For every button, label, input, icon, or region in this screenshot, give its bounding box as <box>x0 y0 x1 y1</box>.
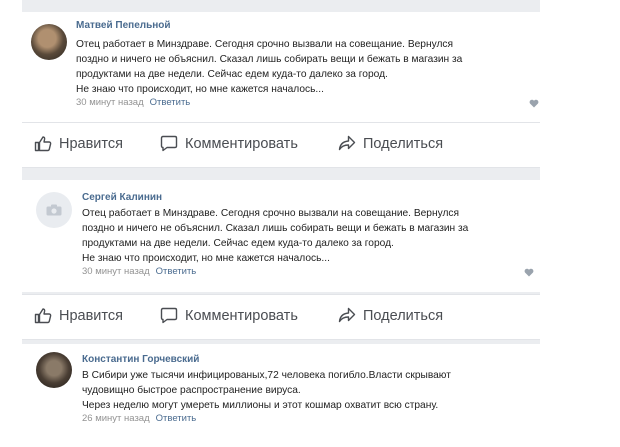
comment-button[interactable]: Комментировать <box>160 135 298 152</box>
comment-author[interactable]: Матвей Пепельной <box>76 20 171 31</box>
reply-link[interactable]: Ответить <box>156 413 197 424</box>
comment-button[interactable]: Комментировать <box>160 307 298 324</box>
thumbs-up-icon <box>34 136 52 152</box>
share-label: Поделиться <box>363 307 444 324</box>
comment-author[interactable]: Константин Горчевский <box>82 354 199 365</box>
comment-time: 30 минут назад <box>76 97 144 108</box>
reply-link[interactable]: Ответить <box>150 97 191 108</box>
comment-text: Отец работает в Минздраве. Сегодня срочн… <box>76 39 463 95</box>
heart-icon[interactable] <box>524 268 534 277</box>
comment-text: Отец работает в Минздраве. Сегодня срочн… <box>82 208 469 264</box>
post-actions-bar: Нравится Комментировать Поделиться <box>22 294 540 340</box>
user-avatar[interactable] <box>31 24 67 60</box>
comment-card: Матвей Пепельной Отец работает в Минздра… <box>22 12 540 122</box>
comment-meta: 30 минут назад Ответить <box>82 266 196 277</box>
share-arrow-icon <box>338 135 356 151</box>
like-label: Нравится <box>59 135 123 152</box>
comment-meta: 26 минут назад Ответить <box>82 413 196 424</box>
comment-time: 30 минут назад <box>82 266 150 277</box>
user-avatar[interactable] <box>36 192 72 228</box>
share-arrow-icon <box>338 307 356 323</box>
comment-card: Сергей Калинин Отец работает в Минздраве… <box>22 180 540 292</box>
user-avatar[interactable] <box>36 352 72 388</box>
share-button[interactable]: Поделиться <box>338 135 443 152</box>
speech-bubble-icon <box>160 135 178 152</box>
comment-text: В Сибири уже тысячи инфицированых,72 чел… <box>82 370 451 411</box>
like-button[interactable]: Нравится <box>34 135 123 152</box>
speech-bubble-icon <box>160 307 178 324</box>
comment-label: Комментировать <box>185 307 298 324</box>
heart-icon[interactable] <box>529 99 539 108</box>
comment-author[interactable]: Сергей Калинин <box>82 192 162 203</box>
comment-meta: 30 минут назад Ответить <box>76 97 190 108</box>
comment-label: Комментировать <box>185 135 298 152</box>
like-label: Нравится <box>59 307 123 324</box>
comment-card: Константин Горчевский В Сибири уже тысяч… <box>22 344 540 447</box>
like-button[interactable]: Нравится <box>34 307 123 324</box>
share-button[interactable]: Поделиться <box>338 307 443 324</box>
comment-time: 26 минут назад <box>82 413 150 424</box>
post-actions-bar: Нравится Комментировать Поделиться <box>22 122 540 168</box>
thumbs-up-icon <box>34 308 52 324</box>
camera-placeholder-icon <box>46 204 62 216</box>
share-label: Поделиться <box>363 135 444 152</box>
reply-link[interactable]: Ответить <box>156 266 197 277</box>
